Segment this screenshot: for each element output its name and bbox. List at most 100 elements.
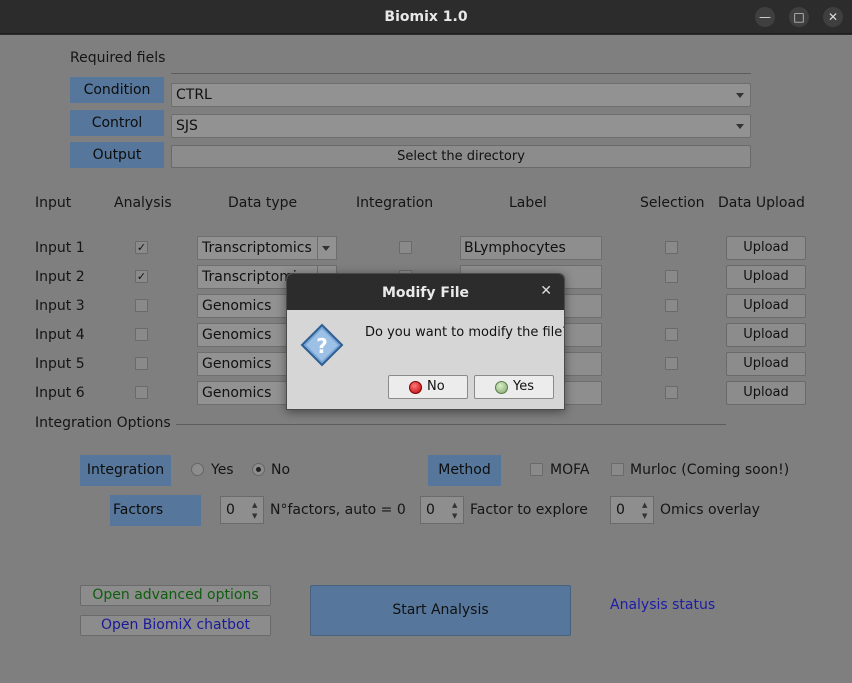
- input-5-selection-checkbox[interactable]: [665, 357, 678, 370]
- spin-up-icon[interactable]: ▲: [252, 501, 260, 509]
- overlay-hint: Omics overlay: [660, 502, 760, 518]
- input-1-upload-button[interactable]: Upload: [726, 236, 806, 260]
- mofa-checkbox[interactable]: [530, 463, 543, 476]
- dialog-no-label: No: [427, 379, 445, 394]
- input-4-analysis-checkbox[interactable]: [135, 328, 148, 341]
- spin-down-icon[interactable]: ▼: [252, 512, 260, 520]
- header-integration: Integration: [356, 195, 434, 211]
- input-5-upload-button[interactable]: Upload: [726, 352, 806, 376]
- dialog-title: Modify File: [381, 285, 470, 301]
- explore-hint: Factor to explore: [470, 502, 588, 518]
- close-icon: ✕: [827, 10, 839, 24]
- overlay-value: 0: [616, 502, 625, 518]
- input-1-analysis-checkbox[interactable]: ✓: [135, 241, 148, 254]
- input-2-analysis-checkbox[interactable]: ✓: [135, 270, 148, 283]
- input-6-upload-button[interactable]: Upload: [726, 381, 806, 405]
- chevron-down-icon: [736, 124, 744, 129]
- input-1-name: Input 1: [35, 240, 85, 256]
- integration-options-divider: [176, 424, 726, 425]
- input-1-data-type-select[interactable]: Transcriptomics: [197, 236, 337, 260]
- input-1-data-type-value: Transcriptomics: [202, 240, 312, 256]
- integration-yes-radio[interactable]: [191, 463, 204, 476]
- input-6-name: Input 6: [35, 385, 85, 401]
- combo-separator: [317, 237, 318, 259]
- close-button[interactable]: ✕: [823, 7, 843, 27]
- header-data-type: Data type: [228, 195, 298, 211]
- input-3-analysis-checkbox[interactable]: [135, 299, 148, 312]
- input-3-data-type-value: Genomics: [202, 298, 272, 314]
- input-4-selection-checkbox[interactable]: [665, 328, 678, 341]
- maximize-button[interactable]: □: [789, 7, 809, 27]
- chevron-down-icon: [322, 246, 330, 251]
- input-1-label-field[interactable]: BLymphocytes: [460, 236, 602, 260]
- mofa-label: MOFA: [550, 462, 590, 478]
- header-data-upload: Data Upload: [718, 195, 805, 211]
- explore-value: 0: [426, 502, 435, 518]
- input-3-selection-checkbox[interactable]: [665, 299, 678, 312]
- required-heading: Required fiels: [70, 50, 166, 66]
- input-1-integration-checkbox[interactable]: [399, 241, 412, 254]
- output-label: Output: [70, 142, 164, 168]
- factors-spinbox[interactable]: 0 ▲ ▼: [220, 496, 264, 524]
- condition-label: Condition: [70, 77, 164, 103]
- select-directory-button[interactable]: Select the directory: [171, 145, 751, 168]
- header-analysis: Analysis: [114, 195, 172, 211]
- integration-no-label: No: [271, 462, 291, 478]
- input-4-data-type-value: Genomics: [202, 327, 272, 343]
- chevron-down-icon: [736, 93, 744, 98]
- spin-up-icon[interactable]: ▲: [642, 501, 650, 509]
- title-bar: Biomix 1.0 — □ ✕: [0, 0, 852, 34]
- input-1-selection-checkbox[interactable]: [665, 241, 678, 254]
- input-5-analysis-checkbox[interactable]: [135, 357, 148, 370]
- question-glyph: ?: [316, 334, 328, 358]
- spin-down-icon[interactable]: ▼: [452, 512, 460, 520]
- dialog-yes-button[interactable]: Yes: [474, 375, 554, 399]
- required-divider: [171, 73, 751, 74]
- control-value: SJS: [176, 118, 198, 134]
- factors-hint: N°factors, auto = 0: [270, 502, 406, 518]
- dialog-message: Do you want to modify the file?: [365, 325, 565, 340]
- minimize-icon: —: [759, 10, 771, 24]
- explore-spinbox[interactable]: 0 ▲ ▼: [420, 496, 464, 524]
- header-selection: Selection: [640, 195, 705, 211]
- input-2-upload-button[interactable]: Upload: [726, 265, 806, 289]
- integration-options-heading: Integration Options: [35, 415, 171, 431]
- control-select[interactable]: SJS: [171, 114, 751, 138]
- dialog-title-bar: Modify File ✕: [287, 274, 564, 310]
- input-2-selection-checkbox[interactable]: [665, 270, 678, 283]
- input-4-name: Input 4: [35, 327, 85, 343]
- header-label: Label: [509, 195, 547, 211]
- input-3-name: Input 3: [35, 298, 85, 314]
- condition-select[interactable]: CTRL: [171, 83, 751, 107]
- chatbot-button[interactable]: Open BiomiX chatbot: [80, 615, 271, 636]
- spin-down-icon[interactable]: ▼: [642, 512, 650, 520]
- dialog-close-icon[interactable]: ✕: [540, 283, 552, 299]
- control-label: Control: [70, 110, 164, 136]
- integration-label: Integration: [80, 455, 171, 486]
- factors-value: 0: [226, 502, 235, 518]
- integration-yes-label: Yes: [211, 462, 234, 478]
- input-6-selection-checkbox[interactable]: [665, 386, 678, 399]
- integration-no-radio[interactable]: [252, 463, 265, 476]
- spin-up-icon[interactable]: ▲: [452, 501, 460, 509]
- modify-file-dialog: Modify File ✕ ? Do you want to modify th…: [286, 273, 565, 410]
- minimize-button[interactable]: —: [755, 7, 775, 27]
- input-5-data-type-value: Genomics: [202, 356, 272, 372]
- condition-value: CTRL: [176, 87, 212, 103]
- maximize-icon: □: [793, 10, 805, 24]
- input-4-upload-button[interactable]: Upload: [726, 323, 806, 347]
- no-icon: [409, 381, 422, 394]
- question-icon: ?: [300, 323, 344, 367]
- factors-label: Factors: [110, 495, 201, 526]
- input-3-upload-button[interactable]: Upload: [726, 294, 806, 318]
- advanced-options-button[interactable]: Open advanced options: [80, 585, 271, 606]
- overlay-spinbox[interactable]: 0 ▲ ▼: [610, 496, 654, 524]
- dialog-yes-label: Yes: [513, 379, 534, 394]
- murloc-checkbox[interactable]: [611, 463, 624, 476]
- input-6-analysis-checkbox[interactable]: [135, 386, 148, 399]
- analysis-status-label: Analysis status: [610, 597, 716, 613]
- method-label: Method: [428, 455, 501, 486]
- start-analysis-button[interactable]: Start Analysis: [310, 585, 571, 636]
- dialog-no-button[interactable]: No: [388, 375, 468, 399]
- window-title: Biomix 1.0: [384, 9, 468, 25]
